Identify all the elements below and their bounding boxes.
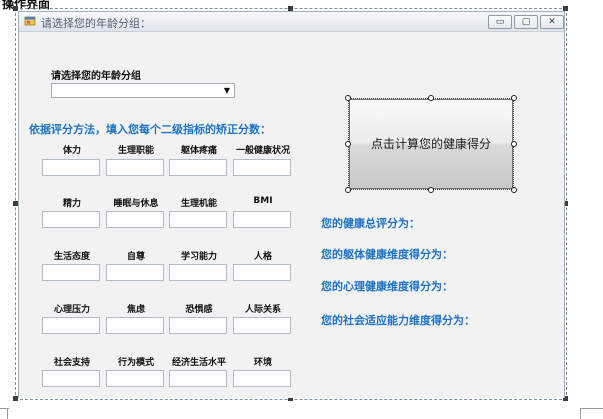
indicator-label: 社会支持 [53, 358, 90, 368]
indicator-label: 心理压力 [53, 305, 90, 315]
indicator-label: 一般健康状况 [235, 146, 290, 156]
indicator-score-input[interactable] [233, 317, 291, 334]
indicator-score-input[interactable] [42, 370, 100, 387]
page-corner-mark-br [580, 408, 588, 419]
indicator-label: 生理机能 [180, 199, 217, 209]
indicator-label: 人际关系 [244, 305, 281, 315]
close-button[interactable]: ✕ [540, 15, 564, 29]
title-bar[interactable]: 请选择您的年龄分组： ▭ ▢ ✕ [19, 12, 564, 32]
indicator-label: 精力 [62, 199, 81, 209]
social-score-result: 您的社会适应能力维度得分为： [321, 314, 475, 327]
button-handle-br[interactable] [511, 187, 517, 193]
form-window: 请选择您的年龄分组： ▭ ▢ ✕ 请选择您的年龄分组 ▼ 依据评分方法，填入您每… [18, 11, 565, 398]
page-corner-line-left [0, 408, 9, 409]
page-corner-mark-bl [0, 408, 8, 419]
indicator-label: 生活态度 [53, 252, 90, 262]
indicator-score-input[interactable] [169, 264, 227, 281]
indicator-score-input[interactable] [233, 211, 291, 228]
button-handle-bc[interactable] [428, 187, 434, 193]
indicator-score-input[interactable] [42, 264, 100, 281]
indicator-score-input[interactable] [169, 317, 227, 334]
button-handle-bl[interactable] [345, 187, 351, 193]
indicator-score-input[interactable] [233, 370, 291, 387]
age-group-select[interactable]: ▼ [51, 83, 235, 98]
total-score-result: 您的健康总评分为： [321, 217, 420, 230]
form-client-area: 请选择您的年龄分组 ▼ 依据评分方法，填入您每个二级指标的矫正分数： 体力 生理职… [19, 33, 564, 398]
mental-score-result: 您的心理健康维度得分为： [321, 280, 453, 293]
button-handle-tr[interactable] [511, 95, 517, 101]
button-handle-mr[interactable] [511, 141, 517, 147]
indicator-label: 生理职能 [117, 146, 154, 156]
indicator-label: 焦虑 [126, 305, 145, 315]
maximize-icon: ▢ [521, 17, 531, 27]
indicator-score-input[interactable] [169, 159, 227, 176]
button-handle-tl[interactable] [345, 95, 351, 101]
page-corner-line-right [580, 408, 603, 409]
indicator-score-input[interactable] [233, 159, 291, 176]
indicator-score-input[interactable] [169, 211, 227, 228]
indicator-score-input[interactable] [42, 211, 100, 228]
indicator-label: BMI [253, 196, 273, 206]
indicator-label: 行为模式 [117, 358, 154, 368]
indicator-score-input[interactable] [169, 370, 227, 387]
indicator-score-input[interactable] [42, 317, 100, 334]
indicator-label: 躯体疼痛 [180, 146, 217, 156]
maximize-button[interactable]: ▢ [514, 15, 538, 29]
window-title: 请选择您的年龄分组： [41, 17, 151, 30]
indicator-label: 人格 [253, 252, 272, 262]
minimize-icon: ▭ [495, 17, 505, 27]
indicator-score-input[interactable] [106, 317, 164, 334]
indicator-label: 经济生活水平 [171, 358, 226, 368]
indicator-label: 恐惧感 [185, 305, 213, 315]
instruction-label: 依据评分方法，填入您每个二级指标的矫正分数： [29, 123, 271, 136]
indicator-score-input[interactable] [106, 159, 164, 176]
chevron-down-icon: ▼ [223, 86, 230, 95]
indicator-label: 自尊 [126, 252, 145, 262]
indicator-score-input[interactable] [233, 264, 291, 281]
indicator-score-input[interactable] [106, 370, 164, 387]
button-handle-tc[interactable] [428, 95, 434, 101]
button-selection-outline [348, 98, 514, 190]
indicator-label: 体力 [62, 146, 81, 156]
physical-score-result: 您的躯体健康维度得分为： [321, 248, 453, 261]
button-handle-ml[interactable] [345, 141, 351, 147]
age-group-label: 请选择您的年龄分组 [51, 71, 141, 82]
indicator-label: 学习能力 [180, 252, 217, 262]
minimize-button[interactable]: ▭ [488, 15, 512, 29]
indicator-label: 环境 [253, 358, 272, 368]
indicator-label: 睡眠与休息 [113, 199, 159, 209]
form-icon [24, 16, 36, 26]
close-icon: ✕ [548, 17, 556, 27]
indicator-score-input[interactable] [106, 264, 164, 281]
indicator-score-input[interactable] [42, 159, 100, 176]
indicator-score-input[interactable] [106, 211, 164, 228]
